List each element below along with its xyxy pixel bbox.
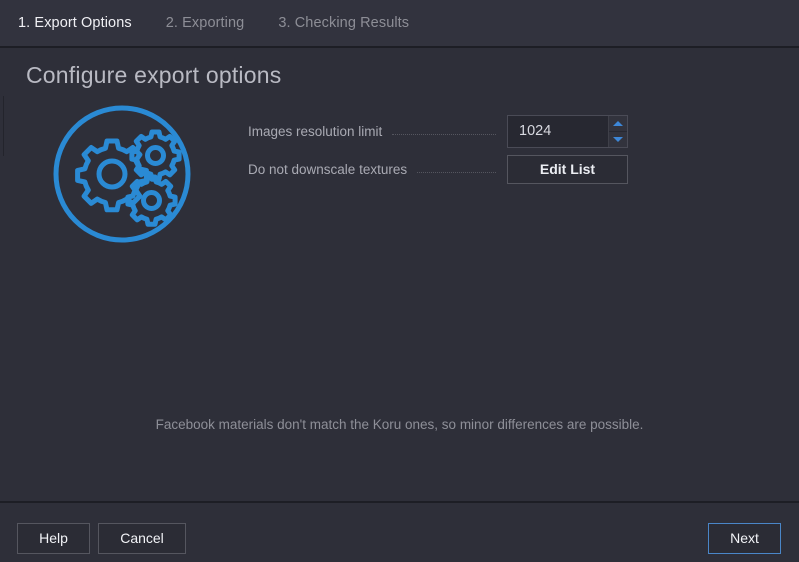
spinner-decrement-button[interactable] xyxy=(609,131,627,147)
gears-in-circle-icon xyxy=(52,104,192,244)
tab-export-options[interactable]: 1. Export Options xyxy=(18,0,150,46)
materials-mismatch-note: Facebook materials don't match the Koru … xyxy=(155,417,644,432)
export-options-form: Images resolution limit 1024 Do not down… xyxy=(248,114,628,190)
control-slot: 1024 xyxy=(506,114,628,148)
label-images-resolution-limit: Images resolution limit xyxy=(248,123,383,139)
row-images-resolution-limit: Images resolution limit 1024 xyxy=(248,114,628,148)
wizard-step-tabbar: 1. Export Options 2. Exporting 3. Checki… xyxy=(0,0,799,48)
control-slot: Edit List xyxy=(506,154,628,184)
cancel-button[interactable]: Cancel xyxy=(98,523,186,554)
chevron-down-icon xyxy=(613,136,623,142)
label-do-not-downscale-textures: Do not downscale textures xyxy=(248,161,408,177)
left-divider-rule xyxy=(3,96,4,156)
edit-list-button[interactable]: Edit List xyxy=(507,154,628,184)
spinner-buttons xyxy=(608,115,627,147)
tab-checking-results[interactable]: 3. Checking Results xyxy=(278,0,427,46)
images-resolution-limit-spinner[interactable]: 1024 xyxy=(507,114,628,148)
chevron-up-icon xyxy=(613,120,623,126)
dialog-footer: Help Cancel Next xyxy=(0,501,799,562)
images-resolution-limit-value[interactable]: 1024 xyxy=(508,123,608,139)
export-wizard-window: 1. Export Options 2. Exporting 3. Checki… xyxy=(0,0,799,562)
leader-dots xyxy=(392,133,496,135)
help-button[interactable]: Help xyxy=(17,523,90,554)
leader-dots xyxy=(417,171,496,173)
page-title: Configure export options xyxy=(26,62,282,88)
wizard-steps: 1. Export Options 2. Exporting 3. Checki… xyxy=(0,0,799,46)
tab-exporting[interactable]: 2. Exporting xyxy=(166,0,263,46)
spinner-increment-button[interactable] xyxy=(609,115,627,132)
next-button[interactable]: Next xyxy=(708,523,781,554)
row-do-not-downscale-textures: Do not downscale textures Edit List xyxy=(248,152,628,186)
